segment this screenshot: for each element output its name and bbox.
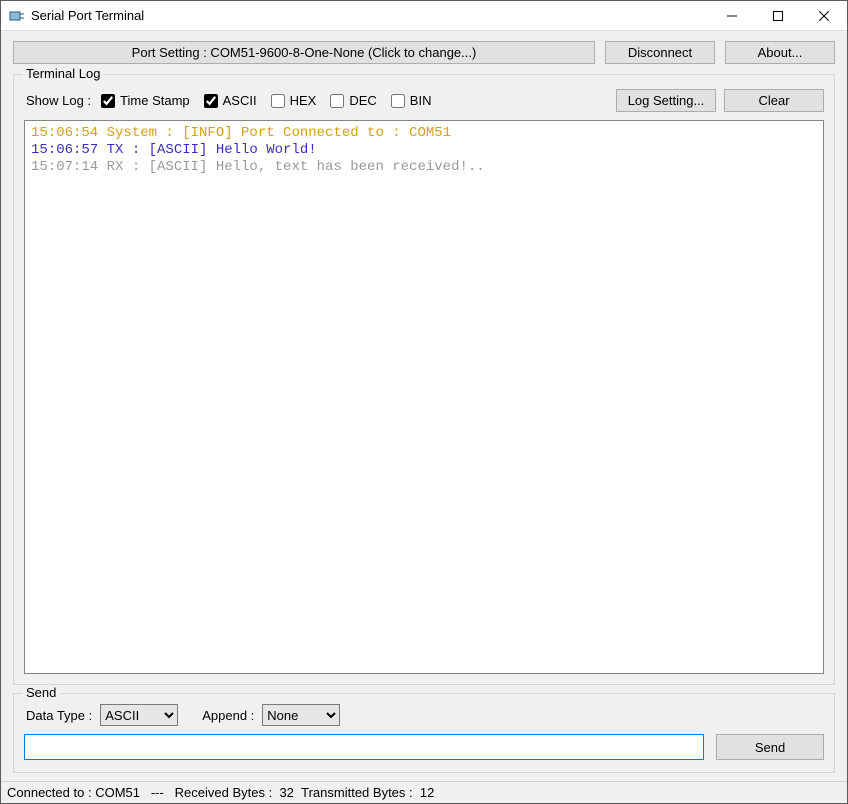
send-input-row: Send <box>24 734 824 760</box>
dec-checkbox-input[interactable] <box>330 94 344 108</box>
timestamp-checkbox-label: Time Stamp <box>120 93 190 108</box>
send-group: Send Data Type : ASCIIHEXDECBIN Append :… <box>13 693 835 773</box>
close-icon <box>819 11 829 21</box>
hex-checkbox-label: HEX <box>290 93 317 108</box>
log-line: 15:07:14 RX : [ASCII] Hello, text has be… <box>31 159 817 176</box>
status-tx-spacer <box>413 785 420 800</box>
hex-checkbox-input[interactable] <box>271 94 285 108</box>
bin-checkbox-label: BIN <box>410 93 432 108</box>
window-title: Serial Port Terminal <box>31 8 144 23</box>
dec-checkbox-label: DEC <box>349 93 376 108</box>
dec-checkbox[interactable]: DEC <box>330 93 376 108</box>
minimize-button[interactable] <box>709 1 755 30</box>
ascii-checkbox-input[interactable] <box>204 94 218 108</box>
status-gap <box>294 785 301 800</box>
data-type-label: Data Type : <box>26 708 92 723</box>
send-options-row: Data Type : ASCIIHEXDECBIN Append : None… <box>26 704 824 726</box>
terminal-log-group: Terminal Log Show Log : Time Stamp ASCII… <box>13 74 835 685</box>
status-rx-label: Received Bytes : <box>175 785 273 800</box>
close-button[interactable] <box>801 1 847 30</box>
window-controls <box>709 1 847 30</box>
show-log-label: Show Log : <box>26 93 91 108</box>
send-input[interactable] <box>24 734 704 760</box>
ascii-checkbox-label: ASCII <box>223 93 257 108</box>
log-area[interactable]: 15:06:54 System : [INFO] Port Connected … <box>24 120 824 674</box>
bin-checkbox-input[interactable] <box>391 94 405 108</box>
show-log-row: Show Log : Time Stamp ASCII HEX DEC <box>26 89 824 112</box>
status-connected-label: Connected to : <box>7 785 92 800</box>
append-label: Append : <box>202 708 254 723</box>
status-connected-port: COM51 <box>95 785 140 800</box>
status-bar: Connected to : COM51 --- Received Bytes … <box>1 781 847 803</box>
titlebar: Serial Port Terminal <box>1 1 847 31</box>
top-button-row: Port Setting : COM51-9600-8-One-None (Cl… <box>13 41 835 64</box>
append-select[interactable]: NoneCRLFCR+LF <box>262 704 340 726</box>
port-setting-button[interactable]: Port Setting : COM51-9600-8-One-None (Cl… <box>13 41 595 64</box>
status-rx-spacer <box>272 785 279 800</box>
status-separator-1: --- <box>140 785 175 800</box>
clear-button[interactable]: Clear <box>724 89 824 112</box>
about-button[interactable]: About... <box>725 41 835 64</box>
status-tx-label: Transmitted Bytes : <box>301 785 413 800</box>
maximize-button[interactable] <box>755 1 801 30</box>
status-rx-value: 32 <box>279 785 293 800</box>
timestamp-checkbox-input[interactable] <box>101 94 115 108</box>
log-line: 15:06:54 System : [INFO] Port Connected … <box>31 125 817 142</box>
minimize-icon <box>727 11 737 21</box>
app-window: Serial Port Terminal Port Setting : COM5… <box>0 0 848 804</box>
log-setting-button[interactable]: Log Setting... <box>616 89 716 112</box>
timestamp-checkbox[interactable]: Time Stamp <box>101 93 190 108</box>
app-icon <box>9 8 25 24</box>
send-button[interactable]: Send <box>716 734 824 760</box>
hex-checkbox[interactable]: HEX <box>271 93 317 108</box>
ascii-checkbox[interactable]: ASCII <box>204 93 257 108</box>
log-line: 15:06:57 TX : [ASCII] Hello World! <box>31 142 817 159</box>
status-tx-value: 12 <box>420 785 434 800</box>
send-legend: Send <box>22 685 60 700</box>
maximize-icon <box>773 11 783 21</box>
disconnect-button[interactable]: Disconnect <box>605 41 715 64</box>
terminal-log-legend: Terminal Log <box>22 66 104 81</box>
bin-checkbox[interactable]: BIN <box>391 93 432 108</box>
data-type-select[interactable]: ASCIIHEXDECBIN <box>100 704 178 726</box>
client-area: Port Setting : COM51-9600-8-One-None (Cl… <box>1 31 847 781</box>
